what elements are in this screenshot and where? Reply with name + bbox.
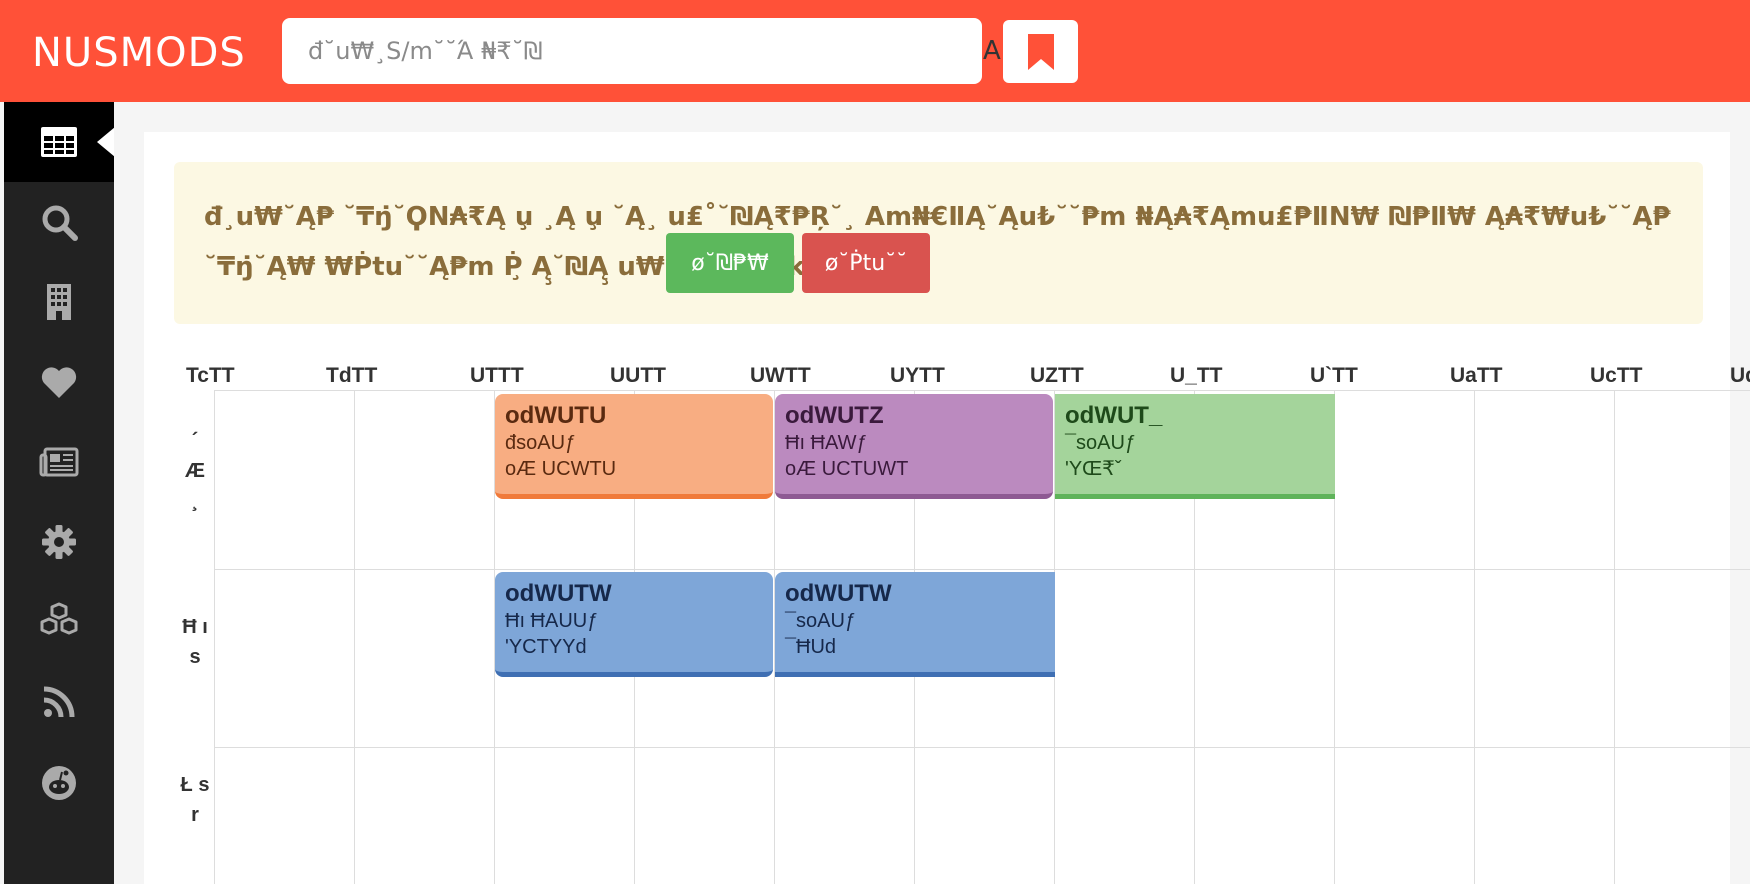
lesson-card[interactable]: odWUT_ ¯soAUƒ ʹYŒ₹ˇ [1055, 394, 1335, 499]
time-label: UTTT [470, 364, 524, 387]
lesson-venue: oÆ UCTUWT [785, 458, 909, 480]
time-label: TdTT [326, 364, 378, 387]
lesson-type: đsoAUƒ [505, 432, 577, 454]
lesson-card[interactable]: odWUTZ Ħı ĦAWƒ oÆ UCTUWT [775, 394, 1053, 499]
sidebar [4, 102, 115, 884]
sidebar-item-settings[interactable] [4, 502, 114, 582]
day-label: ´ Æ ¸ [185, 430, 205, 512]
lesson-venue: ¯ĦUd [785, 636, 837, 658]
grid-line [214, 391, 215, 884]
day-label: Ł s r [180, 774, 210, 826]
bookmark-icon [1027, 33, 1054, 70]
reddit-icon [42, 766, 76, 800]
grid-line [354, 391, 355, 884]
alert-message: đ¸u₩˘Ą₱ ˘₸ŋ̇˘ϘN₳₹Ą u̧ ¸Ą u̧ ˘Ą¸ u₤˚˘₪Ą₹₱… [204, 202, 1671, 282]
sidebar-item-reddit[interactable] [4, 742, 114, 822]
lesson-type: ¯soAUƒ [785, 610, 857, 632]
lesson-venue: ʹYCTYYd [505, 636, 587, 658]
grid-line [214, 747, 1750, 748]
sidebar-item-news[interactable] [4, 422, 114, 502]
lesson-card[interactable]: odWUTW Ħı ĦAUUƒ ʹYCTYYd [495, 572, 773, 677]
sidebar-item-favourites[interactable] [4, 342, 114, 422]
lesson-code: odWUTW [505, 580, 612, 607]
lesson-venue: ʹYŒ₹ˇ [1065, 458, 1122, 480]
lesson-code: odWUTW [785, 580, 892, 607]
time-label: UWTT [750, 364, 811, 387]
time-label: U`TT [1310, 364, 1358, 387]
time-label: UUTT [610, 364, 666, 387]
sidebar-item-search[interactable] [4, 182, 114, 262]
lesson-code: odWUTZ [785, 402, 884, 429]
gear-icon [42, 525, 76, 559]
grid-line [1474, 391, 1475, 884]
lesson-venue: oÆ UCWTU [505, 458, 617, 480]
lesson-card[interactable]: odWUTW ¯soAUƒ ¯ĦUd [775, 572, 1055, 677]
time-label: UZTT [1030, 364, 1084, 387]
search-icon [42, 205, 78, 241]
cubes-icon [40, 602, 78, 635]
time-label: Ud [1730, 364, 1750, 387]
rss-icon [43, 686, 75, 718]
sidebar-item-modules[interactable] [4, 582, 114, 662]
time-label: UYTT [890, 364, 945, 387]
bookmark-button[interactable] [1003, 20, 1078, 83]
day-label: Ħ ı s [182, 616, 208, 668]
alert-confirm-button[interactable]: ø˘₪₱₩ [666, 233, 794, 293]
lesson-card[interactable]: odWUTU đsoAUƒ oÆ UCWTU [495, 394, 773, 499]
building-icon [47, 284, 71, 320]
grid-icon [41, 127, 77, 157]
grid-line [214, 569, 1750, 570]
heart-icon [41, 367, 77, 398]
brand-logo[interactable]: NUSMODS [32, 30, 246, 76]
time-label: TcTT [186, 364, 235, 387]
lesson-type: ¯soAUƒ [1065, 432, 1137, 454]
grid-line [1614, 391, 1615, 884]
notice-alert: đ¸u₩˘Ą₱ ˘₸ŋ̇˘ϘN₳₹Ą u̧ ¸Ą u̧ ˘Ą¸ u₤˚˘₪Ą₹₱… [174, 162, 1703, 324]
time-label: UaTT [1450, 364, 1503, 387]
time-label: U_TT [1170, 364, 1223, 387]
top-bar: NUSMODS A [0, 0, 1750, 102]
search-input[interactable] [282, 18, 982, 84]
sidebar-item-venues[interactable] [4, 262, 114, 342]
time-label: UcTT [1590, 364, 1643, 387]
sidebar-item-rss[interactable] [4, 662, 114, 742]
lesson-code: odWUTU [505, 402, 607, 429]
lesson-type: Ħı ĦAUUƒ [505, 610, 599, 632]
search-trailing-text: A [983, 36, 1001, 66]
alert-cancel-button[interactable]: ø˘Ṗtu˘˘ [802, 233, 930, 293]
newspaper-icon [39, 447, 79, 477]
lesson-code: odWUT_ [1065, 402, 1163, 429]
lesson-type: Ħı ĦAWƒ [785, 432, 868, 454]
sidebar-item-timetable[interactable] [4, 102, 115, 182]
